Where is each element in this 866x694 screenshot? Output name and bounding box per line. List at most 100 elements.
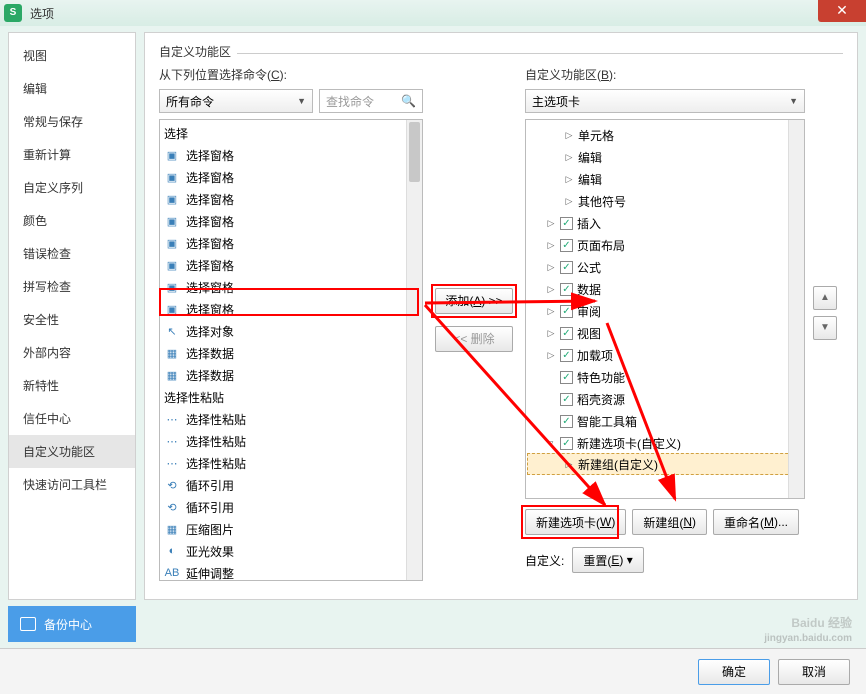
checkbox[interactable]: ✓ <box>560 283 573 296</box>
sidebar-item[interactable]: 外部内容 <box>9 336 135 369</box>
remove-button[interactable]: << 删除 <box>435 326 513 352</box>
tree-item[interactable]: ▷✓数据 <box>528 278 802 300</box>
sidebar-item[interactable]: 信任中心 <box>9 402 135 435</box>
list-item[interactable]: ▣选择窗格 <box>160 166 422 188</box>
tree-expand-icon: ▿ <box>546 438 556 449</box>
checkbox[interactable]: ✓ <box>560 327 573 340</box>
list-item[interactable]: ▦压缩图片 <box>160 518 422 540</box>
list-item[interactable]: ⋯选择性粘贴 <box>160 452 422 474</box>
move-down-button[interactable]: ▼ <box>813 316 837 340</box>
commands-category-dropdown[interactable]: 所有命令▼ <box>159 89 313 113</box>
list-item[interactable]: ▣选择窗格 <box>160 188 422 210</box>
checkbox[interactable]: ✓ <box>560 239 573 252</box>
command-icon: ⋯ <box>164 433 180 449</box>
reset-dropdown-button[interactable]: 重置(E) ▾ <box>572 547 643 573</box>
list-item[interactable]: ↖选择对象 <box>160 320 422 342</box>
tree-item[interactable]: ▷新建组(自定义) <box>527 453 803 475</box>
tree-item[interactable]: ▷其他符号 <box>528 190 802 212</box>
list-item[interactable]: ⟲循环引用 <box>160 474 422 496</box>
tree-expand-icon: ▷ <box>546 218 556 229</box>
rename-button[interactable]: 重命名(M)... <box>713 509 799 535</box>
command-icon: ▣ <box>164 301 180 317</box>
tree-item[interactable]: ✓智能工具箱 <box>528 410 802 432</box>
sidebar-item[interactable]: 拼写检查 <box>9 270 135 303</box>
command-icon: ⋯ <box>164 455 180 471</box>
tree-expand-icon: ▷ <box>546 328 556 339</box>
tree-item[interactable]: ▷✓审阅 <box>528 300 802 322</box>
checkbox[interactable]: ✓ <box>560 371 573 384</box>
close-button[interactable]: ✕ <box>818 0 866 22</box>
list-item[interactable]: ▣选择窗格 <box>160 298 422 320</box>
cancel-button[interactable]: 取消 <box>778 659 850 685</box>
app-icon: S <box>4 4 22 22</box>
scrollbar[interactable] <box>406 120 422 580</box>
sidebar-item[interactable]: 安全性 <box>9 303 135 336</box>
command-icon: ▦ <box>164 521 180 537</box>
list-item[interactable]: ▣选择窗格 <box>160 254 422 276</box>
move-up-button[interactable]: ▲ <box>813 286 837 310</box>
list-item[interactable]: ▣选择窗格 <box>160 144 422 166</box>
tree-item[interactable]: ▿✓新建选项卡(自定义) <box>528 432 802 454</box>
sidebar-item[interactable]: 编辑 <box>9 72 135 105</box>
tree-expand-icon: ▷ <box>564 174 574 185</box>
checkbox[interactable]: ✓ <box>560 217 573 230</box>
sidebar-item[interactable]: 快速访问工具栏 <box>9 468 135 501</box>
sidebar-item[interactable]: 视图 <box>9 39 135 72</box>
tree-item[interactable]: ▷✓视图 <box>528 322 802 344</box>
command-icon: ⟲ <box>164 477 180 493</box>
command-icon: ▦ <box>164 345 180 361</box>
new-tab-button[interactable]: 新建选项卡(W) <box>525 509 626 535</box>
scrollbar-thumb[interactable] <box>409 122 420 182</box>
tree-item[interactable]: ✓特色功能 <box>528 366 802 388</box>
tree-item[interactable]: ▷✓加载项 <box>528 344 802 366</box>
checkbox[interactable]: ✓ <box>560 349 573 362</box>
commands-list[interactable]: 选择▸▣选择窗格▣选择窗格▣选择窗格▣选择窗格▣选择窗格▣选择窗格▣选择窗格▣选… <box>159 119 423 581</box>
command-icon: ▣ <box>164 191 180 207</box>
list-item[interactable]: ▣选择窗格 <box>160 232 422 254</box>
customize-ribbon-label: 自定义功能区(B): <box>525 66 843 83</box>
tree-item[interactable]: ▷编辑 <box>528 168 802 190</box>
scrollbar[interactable] <box>788 120 804 498</box>
list-item[interactable]: ▦选择数据 <box>160 342 422 364</box>
customize-label: 自定义: <box>525 552 564 569</box>
ribbon-tabs-dropdown[interactable]: 主选项卡▼ <box>525 89 805 113</box>
checkbox[interactable]: ✓ <box>560 437 573 450</box>
tree-item[interactable]: ▷编辑 <box>528 146 802 168</box>
list-item[interactable]: ⟲循环引用▸ <box>160 496 422 518</box>
sidebar-item[interactable]: 自定义序列 <box>9 171 135 204</box>
sidebar-item[interactable]: 新特性 <box>9 369 135 402</box>
tree-item[interactable]: ▷单元格 <box>528 124 802 146</box>
backup-center-button[interactable]: 备份中心 <box>8 606 136 642</box>
list-item[interactable]: ⋯选择性粘贴 <box>160 408 422 430</box>
transfer-buttons: 添加(A) >> << 删除 <box>433 66 515 581</box>
ribbon-column: 自定义功能区(B): 主选项卡▼ ▷单元格▷编辑▷编辑▷其他符号▷✓插入▷✓页面… <box>525 66 843 581</box>
list-item[interactable]: ⋯选择性粘贴▸ <box>160 430 422 452</box>
sidebar-item[interactable]: 错误检查 <box>9 237 135 270</box>
tree-expand-icon: ▷ <box>546 240 556 251</box>
tree-item[interactable]: ✓稻壳资源 <box>528 388 802 410</box>
new-group-button[interactable]: 新建组(N) <box>632 509 707 535</box>
sidebar-item[interactable]: 颜色 <box>9 204 135 237</box>
checkbox[interactable]: ✓ <box>560 393 573 406</box>
add-button[interactable]: 添加(A) >> <box>435 288 513 314</box>
checkbox[interactable]: ✓ <box>560 261 573 274</box>
sidebar-item[interactable]: 重新计算 <box>9 138 135 171</box>
list-item[interactable]: ◐亚光效果 <box>160 540 422 562</box>
list-item[interactable]: ▦选择数据 <box>160 364 422 386</box>
command-icon: ▣ <box>164 169 180 185</box>
list-item[interactable]: ▣选择窗格 <box>160 210 422 232</box>
ribbon-tree[interactable]: ▷单元格▷编辑▷编辑▷其他符号▷✓插入▷✓页面布局▷✓公式▷✓数据▷✓审阅▷✓视… <box>525 119 805 499</box>
checkbox[interactable]: ✓ <box>560 415 573 428</box>
dialog-footer: 确定 取消 <box>0 648 866 694</box>
search-command-input[interactable]: 查找命令 🔍 <box>319 89 423 113</box>
tree-item[interactable]: ▷✓公式 <box>528 256 802 278</box>
command-icon: ⋯ <box>164 411 180 427</box>
list-item[interactable]: AB延伸调整 <box>160 562 422 581</box>
list-item[interactable]: ▣选择窗格 <box>160 276 422 298</box>
sidebar-item[interactable]: 自定义功能区 <box>9 435 135 468</box>
ok-button[interactable]: 确定 <box>698 659 770 685</box>
checkbox[interactable]: ✓ <box>560 305 573 318</box>
tree-item[interactable]: ▷✓页面布局 <box>528 234 802 256</box>
tree-item[interactable]: ▷✓插入 <box>528 212 802 234</box>
sidebar-item[interactable]: 常规与保存 <box>9 105 135 138</box>
